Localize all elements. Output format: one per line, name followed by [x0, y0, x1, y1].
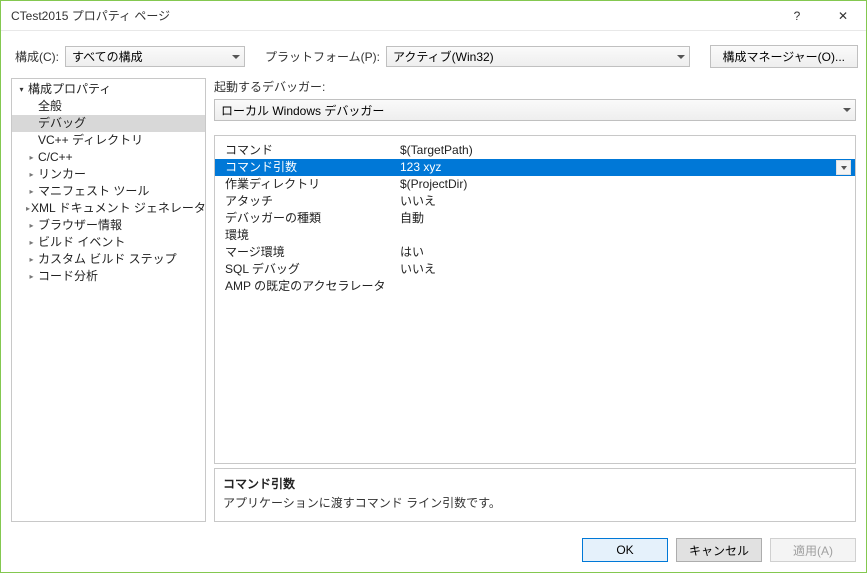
help-icon: ?	[794, 9, 801, 23]
chevron-down-icon	[677, 55, 685, 59]
description-text: アプリケーションに渡すコマンド ライン引数です。	[223, 494, 847, 511]
tree-root[interactable]: 構成プロパティ	[12, 81, 205, 98]
apply-button[interactable]: 適用(A)	[770, 538, 856, 562]
debugger-value: ローカル Windows デバッガー	[221, 102, 384, 119]
tree-item-general[interactable]: 全般	[12, 98, 205, 115]
window: CTest2015 プロパティ ページ ? ✕ 構成(C): すべての構成 プラ…	[0, 0, 867, 573]
tree-expand-icon[interactable]	[26, 152, 37, 163]
tree-item-debug[interactable]: デバッグ	[12, 115, 205, 132]
close-button[interactable]: ✕	[820, 1, 866, 30]
debugger-label: 起動するデバッガー:	[214, 78, 856, 95]
tree-expand-icon[interactable]	[26, 186, 37, 197]
right-pane: 起動するデバッガー: ローカル Windows デバッガー コマンド$(Targ…	[214, 78, 856, 522]
platform-value: アクティブ(Win32)	[393, 48, 494, 65]
tree-expand-icon[interactable]	[26, 220, 37, 231]
chevron-down-icon	[232, 55, 240, 59]
tree-expand-icon[interactable]	[26, 254, 37, 265]
config-label: 構成(C):	[15, 48, 59, 65]
tree-expand-icon[interactable]	[26, 203, 30, 214]
config-combo[interactable]: すべての構成	[65, 46, 245, 67]
tree-item-vcdirs[interactable]: VC++ ディレクトリ	[12, 132, 205, 149]
property-grid[interactable]: コマンド$(TargetPath) コマンド引数123 xyz 作業ディレクトリ…	[214, 135, 856, 464]
ok-button[interactable]: OK	[582, 538, 668, 562]
tree-item-custombuild[interactable]: カスタム ビルド ステップ	[12, 251, 205, 268]
grid-row-attach[interactable]: アタッチいいえ	[215, 193, 855, 210]
config-manager-button[interactable]: 構成マネージャー(O)...	[710, 45, 859, 68]
grid-dropdown-button[interactable]	[836, 160, 851, 175]
tree-item-codeanalysis[interactable]: コード分析	[12, 268, 205, 285]
tree-item-xmldoc[interactable]: XML ドキュメント ジェネレーター	[12, 200, 205, 217]
tree-item-buildevents[interactable]: ビルド イベント	[12, 234, 205, 251]
description-pane: コマンド引数 アプリケーションに渡すコマンド ライン引数です。	[214, 468, 856, 522]
body: 構成プロパティ 全般 デバッグ VC++ ディレクトリ C/C++ リンカー マ…	[1, 78, 866, 530]
footer: OK キャンセル 適用(A)	[1, 530, 866, 572]
chevron-down-icon	[841, 166, 847, 170]
tree-expand-icon[interactable]	[26, 169, 37, 180]
config-value: すべての構成	[72, 48, 143, 65]
close-icon: ✕	[838, 9, 848, 23]
grid-row-workingdir[interactable]: 作業ディレクトリ$(ProjectDir)	[215, 176, 855, 193]
grid-row-command[interactable]: コマンド$(TargetPath)	[215, 142, 855, 159]
config-row: 構成(C): すべての構成 プラットフォーム(P): アクティブ(Win32) …	[1, 31, 866, 78]
grid-row-merge-env[interactable]: マージ環境はい	[215, 244, 855, 261]
grid-row-environment[interactable]: 環境	[215, 227, 855, 244]
description-title: コマンド引数	[223, 475, 847, 492]
grid-row-amp[interactable]: AMP の既定のアクセラレータ	[215, 278, 855, 295]
tree-item-manifest[interactable]: マニフェスト ツール	[12, 183, 205, 200]
tree-expand-icon[interactable]	[16, 84, 27, 95]
tree[interactable]: 構成プロパティ 全般 デバッグ VC++ ディレクトリ C/C++ リンカー マ…	[11, 78, 206, 522]
platform-combo[interactable]: アクティブ(Win32)	[386, 46, 690, 67]
platform-label: プラットフォーム(P):	[265, 48, 380, 65]
help-button[interactable]: ?	[774, 1, 820, 30]
grid-row-sql-debug[interactable]: SQL デバッグいいえ	[215, 261, 855, 278]
tree-item-linker[interactable]: リンカー	[12, 166, 205, 183]
grid-row-command-args[interactable]: コマンド引数123 xyz	[215, 159, 855, 176]
cancel-button[interactable]: キャンセル	[676, 538, 762, 562]
tree-expand-icon[interactable]	[26, 271, 37, 282]
debugger-combo[interactable]: ローカル Windows デバッガー	[214, 99, 856, 121]
chevron-down-icon	[843, 108, 851, 112]
titlebar: CTest2015 プロパティ ページ ? ✕	[1, 1, 866, 31]
tree-item-browser[interactable]: ブラウザー情報	[12, 217, 205, 234]
tree-expand-icon[interactable]	[26, 237, 37, 248]
window-title: CTest2015 プロパティ ページ	[11, 7, 774, 24]
tree-item-ccpp[interactable]: C/C++	[12, 149, 205, 166]
grid-row-debugger-type[interactable]: デバッガーの種類自動	[215, 210, 855, 227]
